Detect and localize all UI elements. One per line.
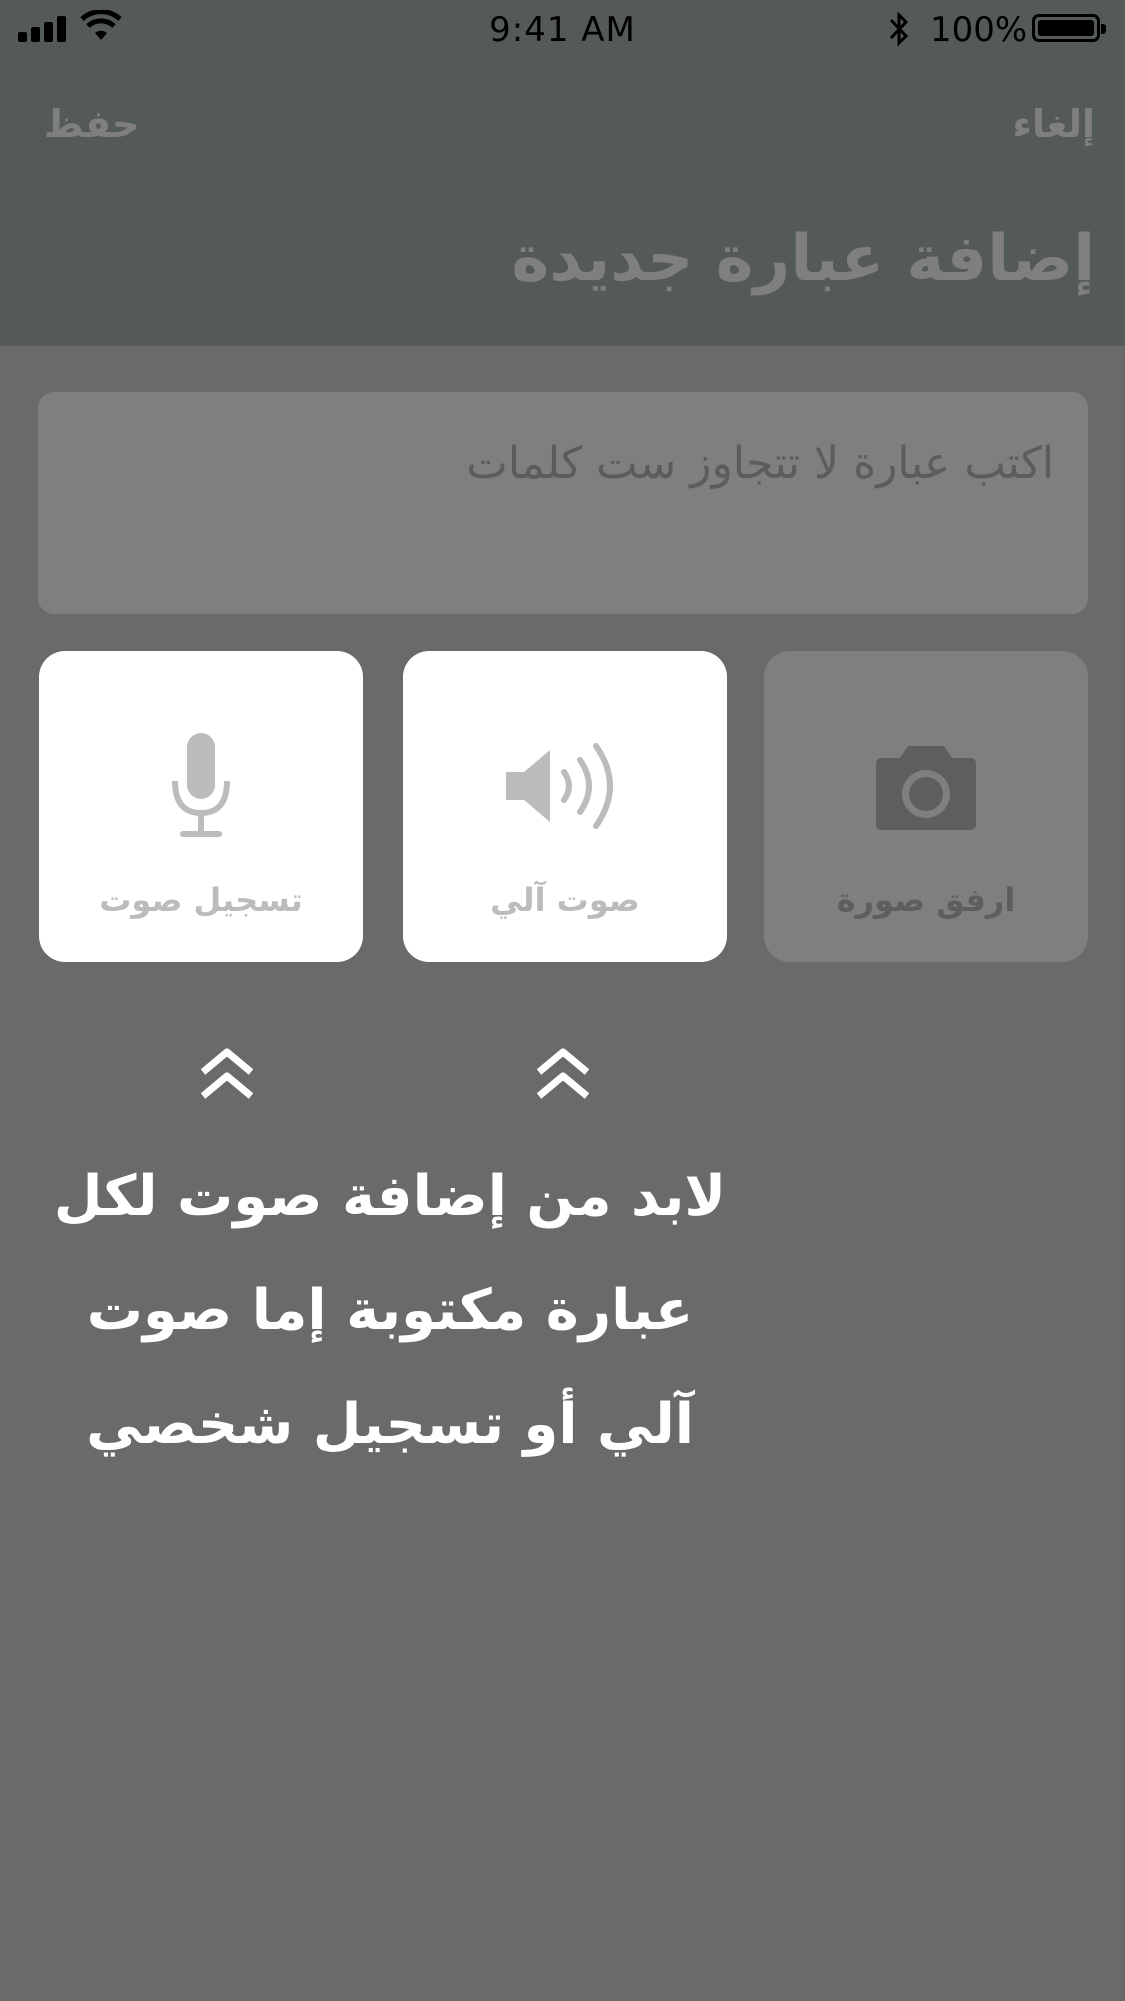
double-chevron-up-icon xyxy=(200,1048,254,1099)
app-screen: 9:41 AM 100% إلغاء حفظ إضافة عبارة جديدة… xyxy=(0,0,1125,2001)
auto-voice-button[interactable]: صوت آلي xyxy=(403,651,727,962)
hint-line: آلي أو تسجيل شخصي xyxy=(86,1392,694,1457)
hint-line: لابد من إضافة صوت لكل xyxy=(53,1164,727,1229)
voice-required-hint: لابد من إضافة صوت لكل عبارة مكتوبة إما ص… xyxy=(30,1140,750,1482)
auto-voice-label: صوت آلي xyxy=(490,881,640,919)
record-voice-label: تسجيل صوت xyxy=(99,881,303,919)
double-chevron-up-icon xyxy=(536,1048,590,1099)
microphone-icon xyxy=(172,733,230,837)
record-voice-button[interactable]: تسجيل صوت xyxy=(39,651,363,962)
speaker-icon xyxy=(506,743,613,829)
hint-line: عبارة مكتوبة إما صوت xyxy=(86,1278,694,1343)
dim-overlay xyxy=(0,0,1125,2001)
